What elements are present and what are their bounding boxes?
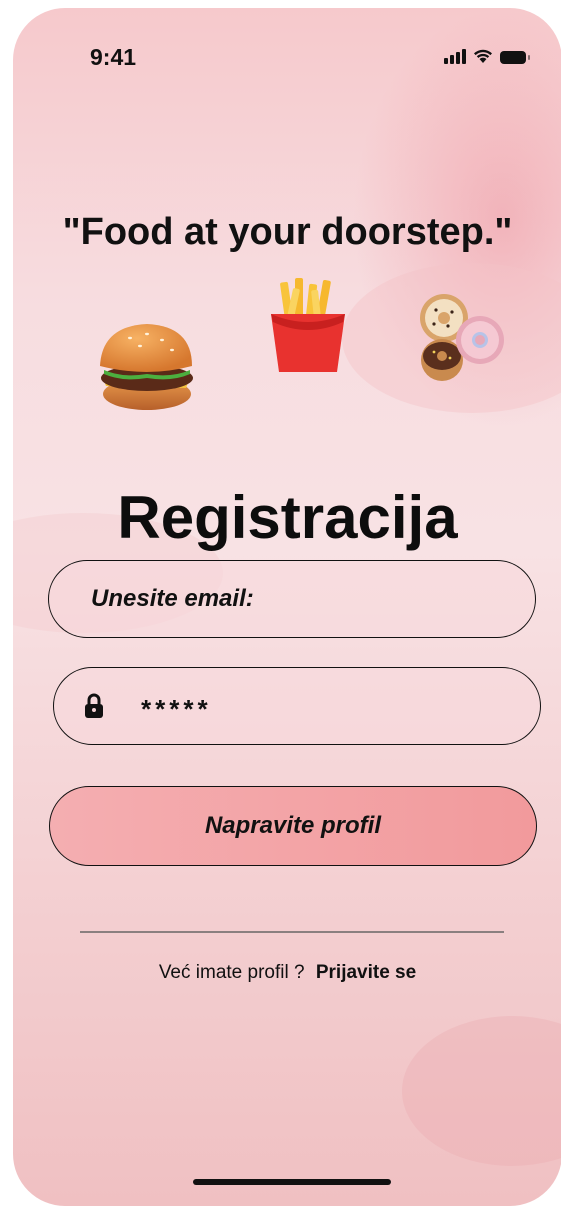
burger-icon — [100, 324, 193, 410]
cellular-signal-icon — [444, 48, 466, 64]
tagline: "Food at your doorstep." — [62, 211, 513, 253]
create-profile-button[interactable]: Napravite profil — [49, 786, 537, 866]
password-field[interactable]: ***** — [53, 667, 541, 745]
email-placeholder: Unesite email: — [91, 585, 254, 612]
email-field[interactable]: Unesite email: — [48, 560, 536, 638]
fries-icon — [271, 278, 345, 372]
login-link[interactable]: Prijavite se — [316, 962, 416, 983]
phone-screen: 9:41 "Food at your doorstep." Registraci… — [13, 8, 561, 1206]
wifi-icon — [474, 49, 492, 63]
status-icons — [444, 48, 530, 64]
background-blob — [402, 1016, 561, 1166]
battery-icon — [500, 51, 530, 64]
password-value: ***** — [140, 693, 211, 724]
donuts-icon — [420, 294, 504, 381]
lock-icon — [85, 693, 103, 718]
login-question: Već imate profil ? — [158, 962, 305, 983]
login-prompt: Već imate profil ? Prijavite se — [13, 962, 561, 984]
status-time: 9:41 — [90, 44, 137, 70]
divider — [80, 931, 504, 933]
page-title: Registracija — [117, 484, 458, 551]
home-indicator[interactable] — [193, 1179, 391, 1185]
